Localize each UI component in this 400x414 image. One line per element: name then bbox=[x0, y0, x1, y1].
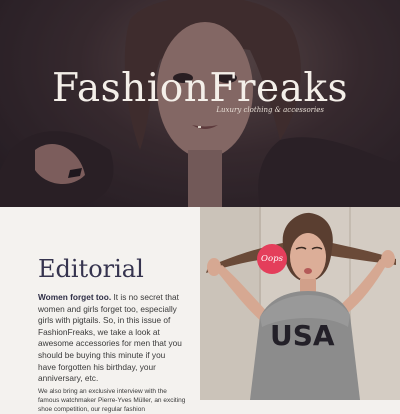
editorial-lead-bold: Women forget too. bbox=[38, 292, 112, 302]
site-title[interactable]: FashionFreaks bbox=[0, 66, 400, 111]
editorial-heading: Editorial bbox=[38, 255, 144, 283]
oops-badge[interactable]: Oops bbox=[257, 244, 287, 274]
scroll-indicator bbox=[198, 126, 201, 128]
model-photo: USA bbox=[200, 207, 400, 400]
editorial-section: Editorial Women forget too. It is no sec… bbox=[0, 207, 200, 413]
editorial-lead-text: It is no secret that women and girls for… bbox=[38, 292, 182, 384]
hero-banner: FashionFreaks Luxury clothing & accessor… bbox=[0, 0, 400, 207]
model-photo-panel: USA bbox=[200, 207, 400, 400]
editorial-lead: Women forget too. It is no secret that w… bbox=[38, 292, 184, 385]
editorial-body: We also bring an exclusive interview wit… bbox=[38, 388, 186, 413]
site-tagline: Luxury clothing & accessories bbox=[216, 106, 324, 114]
shirt-print: USA bbox=[270, 319, 335, 352]
